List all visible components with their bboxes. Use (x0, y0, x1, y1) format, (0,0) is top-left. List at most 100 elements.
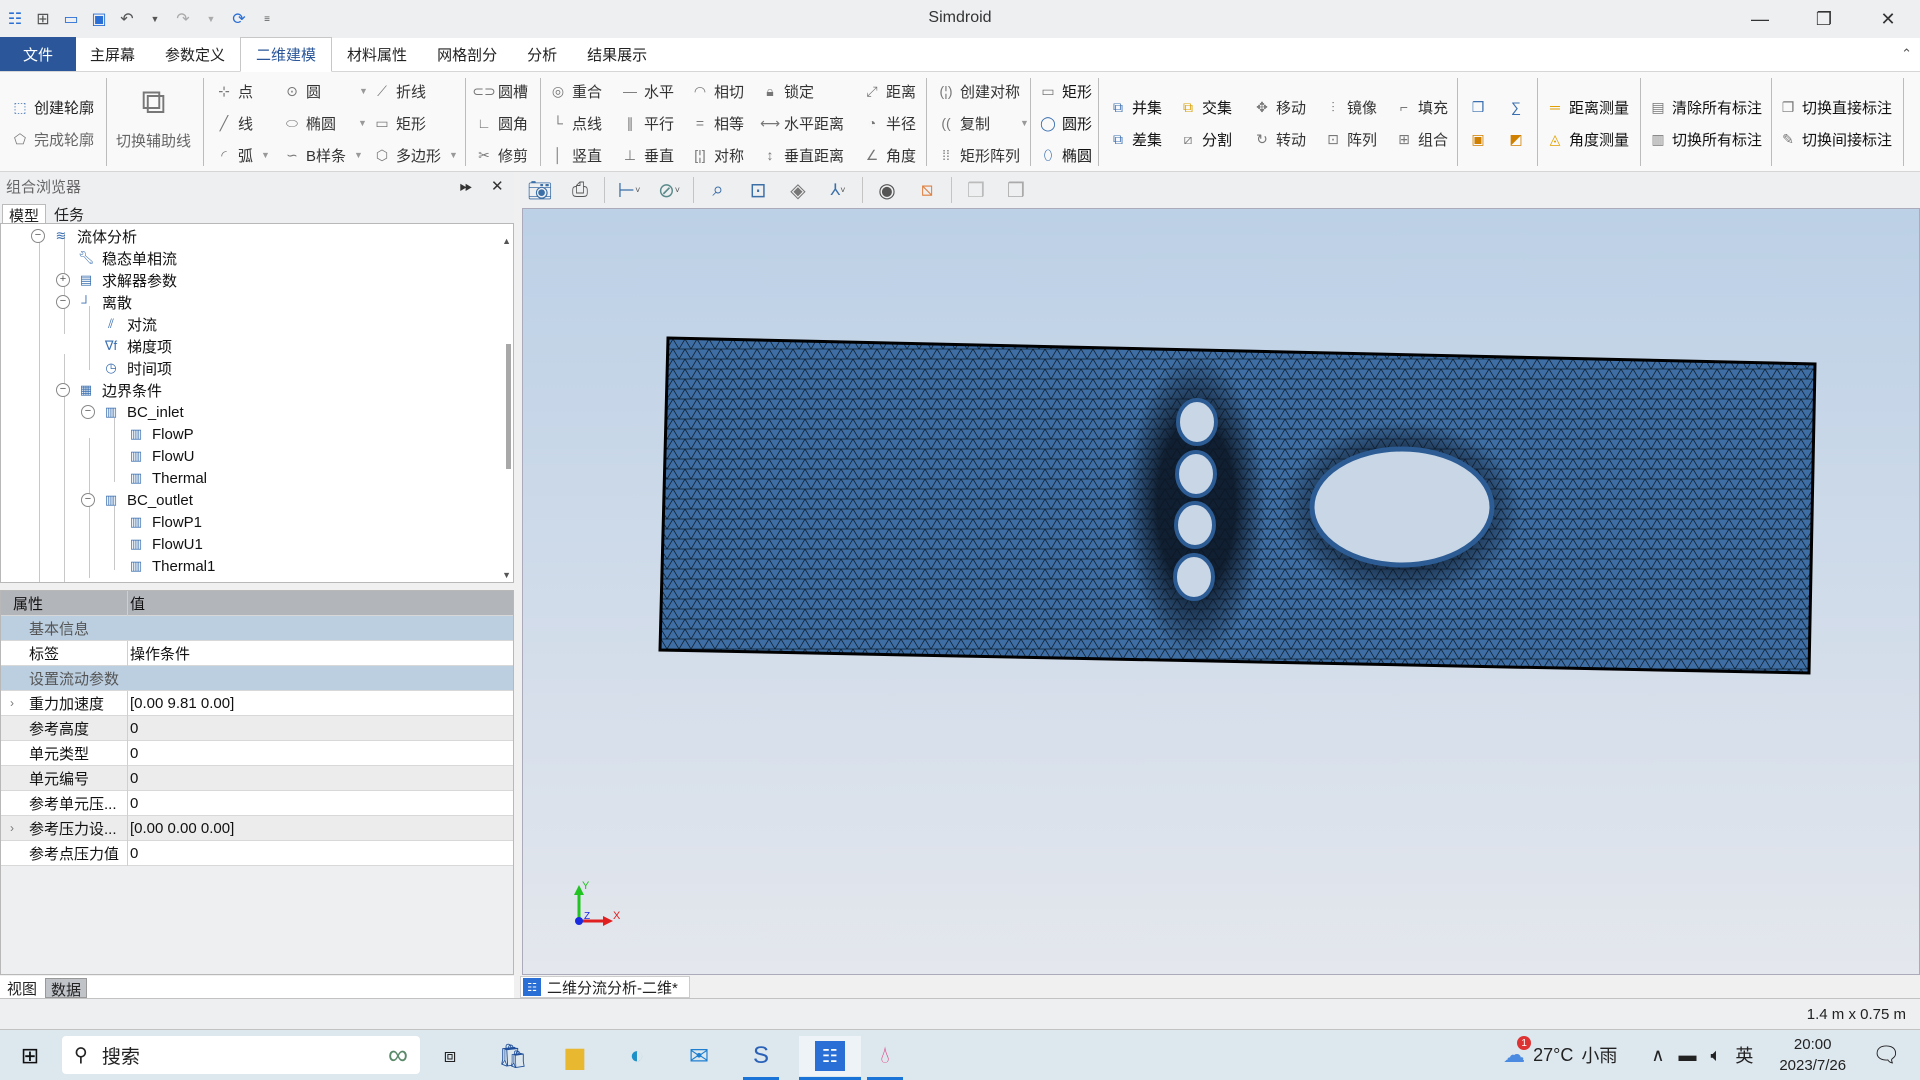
angle-button[interactable]: ∠ 角度 (862, 142, 916, 168)
tree-item[interactable]: ▥ Thermal1 (126, 555, 216, 577)
trim-button[interactable]: ✂ 修剪 (474, 142, 528, 168)
difference-button[interactable]: ⧉ 差集 (1108, 126, 1162, 152)
polyline-button[interactable]: ⟋ 折线 (372, 78, 426, 104)
simdroid-taskbar-button[interactable]: ☷ (799, 1036, 861, 1080)
create-symmetry-button[interactable]: (¦) 创建对称 (936, 78, 1021, 104)
tree-item[interactable]: ▥ FlowU (126, 445, 195, 467)
distance-measure-button[interactable]: ═ 距离测量 (1545, 94, 1629, 120)
snap-icon[interactable]: ⊢ ˅ (613, 175, 645, 205)
create-profile-button[interactable]: ⬚ 创建轮廓 (10, 94, 94, 120)
app-s-button[interactable]: S (737, 1036, 785, 1080)
symmetric-button[interactable]: [¦] 对称 (690, 142, 744, 168)
new-file-icon[interactable]: ⊞ (32, 8, 54, 30)
property-value[interactable]: 0 (130, 795, 138, 812)
close-panel-icon[interactable]: ✕ (491, 177, 504, 195)
3d-viewport[interactable]: Y X Z (522, 208, 1920, 975)
rotate-button[interactable]: ↻ 转动 (1252, 126, 1306, 152)
explorer-button[interactable]: ▆ (551, 1036, 599, 1076)
clock[interactable]: 20:00 2023/7/26 (1779, 1034, 1846, 1076)
tab-analysis[interactable]: 分析 (512, 37, 572, 71)
weather-widget[interactable]: ☁ 1 27°C 小雨 (1503, 1036, 1617, 1068)
tab-view[interactable]: 视图 (2, 978, 42, 998)
radius-button[interactable]: ◔ 半径 (862, 110, 916, 136)
horizontal-button[interactable]: — 水平 (620, 78, 674, 104)
tab-2d-modeling[interactable]: 二维建模 (240, 37, 333, 72)
iso-view-icon[interactable]: ◈ (782, 175, 814, 205)
tree-toggle[interactable]: − (31, 229, 45, 243)
task-view-button[interactable]: ⧈ (426, 1036, 474, 1076)
property-value[interactable]: 0 (130, 745, 138, 762)
tray-overflow-icon[interactable]: ∧ (1651, 1045, 1664, 1066)
slot-button[interactable]: ⊂⊃ 圆槽 (472, 78, 528, 104)
property-row[interactable]: 单元编号 0 (1, 766, 513, 791)
property-value[interactable]: 0 (130, 720, 138, 737)
clear-all-annotations-button[interactable]: ▤ 清除所有标注 (1648, 94, 1762, 120)
tree-toggle[interactable]: − (81, 405, 95, 419)
redo-icon[interactable]: ↷ (172, 8, 194, 30)
array-button[interactable]: ⊡ 阵列 (1323, 126, 1377, 152)
finish-profile-button[interactable]: ⬠ 完成轮廓 (10, 126, 94, 152)
coincident-button[interactable]: ◎ 重合 (548, 78, 602, 104)
tree-item[interactable]: ▦ 边界条件 (76, 379, 162, 401)
tab-meshing[interactable]: 网格剖分 (422, 37, 512, 71)
tab-results[interactable]: 结果展示 (572, 37, 662, 71)
tab-materials[interactable]: 材料属性 (332, 37, 422, 71)
mirror-button[interactable]: ⫶ 镜像 (1323, 94, 1377, 120)
extrude-button[interactable]: ▣ (1468, 126, 1488, 152)
point-button[interactable]: ⊹ 点 (214, 78, 253, 104)
toggle-indirect-annotations-button[interactable]: ✎ 切换间接标注 (1778, 126, 1892, 152)
fit-all-icon[interactable]: ⊡ (742, 175, 774, 205)
axis-view-icon[interactable]: ⅄ ˅ (822, 175, 854, 205)
tree-item[interactable]: ∇f 梯度项 (101, 335, 172, 357)
zoom-box-icon[interactable]: ⌕ (702, 175, 734, 205)
tree-item[interactable]: ▤ 求解器参数 (76, 269, 177, 291)
minimize-button[interactable]: — (1728, 0, 1792, 38)
tree-item[interactable]: ▥ FlowP (126, 423, 194, 445)
arc-button[interactable]: ◜ 弧 ▼ (214, 142, 270, 168)
undo-icon[interactable]: ↶ (116, 8, 138, 30)
property-group[interactable]: 基本信息 (1, 616, 513, 641)
tree-item[interactable]: ⫽ 对流 (101, 313, 157, 335)
expand-chevron-icon[interactable]: › (10, 696, 14, 710)
tab-home[interactable]: 主屏幕 (76, 37, 150, 71)
property-row[interactable]: › 参考压力设... [0.00 0.00 0.00] (1, 816, 513, 841)
shape-3d-button[interactable]: ❒ (1468, 94, 1488, 120)
split-button[interactable]: ⧄ 分割 (1178, 126, 1232, 152)
property-value[interactable]: [0.00 9.81 0.00] (130, 695, 234, 712)
tree-item[interactable]: ▥ FlowP1 (126, 511, 202, 533)
property-value[interactable]: [0.00 0.00 0.00] (130, 820, 234, 837)
combine-button[interactable]: ⊞ 组合 (1394, 126, 1448, 152)
battery-icon[interactable]: ▬ (1679, 1045, 1697, 1066)
notifications-icon[interactable]: 🗨︎ (1872, 1042, 1900, 1068)
property-row[interactable]: 标签 操作条件 (1, 641, 513, 666)
toggle-direct-annotations-button[interactable]: ❐ 切换直接标注 (1778, 94, 1892, 120)
line-button[interactable]: ╱ 线 (214, 110, 253, 136)
store-button[interactable]: 🛍︎ (489, 1036, 537, 1076)
scroll-up-icon[interactable]: ▲ (502, 236, 511, 246)
document-tab[interactable]: ☷ 二维分流分析-二维* (520, 976, 690, 998)
expand-chevron-icon[interactable]: › (10, 821, 14, 835)
toggle-aux-lines-button[interactable]: ⧉ 切换辅助线 (116, 80, 191, 160)
horizontal-distance-button[interactable]: ⟷ 水平距离 (760, 110, 844, 136)
vertical-distance-button[interactable]: ↕ 垂直距离 (760, 142, 845, 168)
point-on-line-button[interactable]: └ 点线 (548, 110, 602, 136)
vertical-button[interactable]: │ 竖直 (548, 142, 602, 168)
tree-item[interactable]: ▥ Thermal (126, 467, 207, 489)
close-button[interactable]: ✕ (1856, 0, 1920, 38)
collapse-ribbon-icon[interactable]: ⌃ (1901, 46, 1912, 62)
property-row[interactable]: 参考点压力值 0 (1, 841, 513, 866)
property-value[interactable]: 0 (130, 770, 138, 787)
distance-button[interactable]: ⤢ 距离 (862, 78, 916, 104)
section-view-icon[interactable]: ⧅ (911, 175, 943, 205)
tab-data[interactable]: 数据 (45, 978, 88, 999)
property-row[interactable]: 参考高度 0 (1, 716, 513, 741)
tree-item[interactable]: ▥ BC_outlet (101, 489, 193, 511)
property-group[interactable]: 设置流动参数 (1, 666, 513, 691)
bspline-button[interactable]: ∽ B样条 ▼ (282, 142, 363, 168)
angle-measure-button[interactable]: ◬ 角度测量 (1545, 126, 1629, 152)
property-row[interactable]: › 重力加速度 [0.00 9.81 0.00] (1, 691, 513, 716)
fill-button[interactable]: ⌐ 填充 (1394, 94, 1448, 120)
move-button[interactable]: ✥ 移动 (1252, 94, 1306, 120)
tree-scrollbar[interactable] (506, 344, 511, 469)
tree-toggle[interactable]: − (56, 383, 70, 397)
